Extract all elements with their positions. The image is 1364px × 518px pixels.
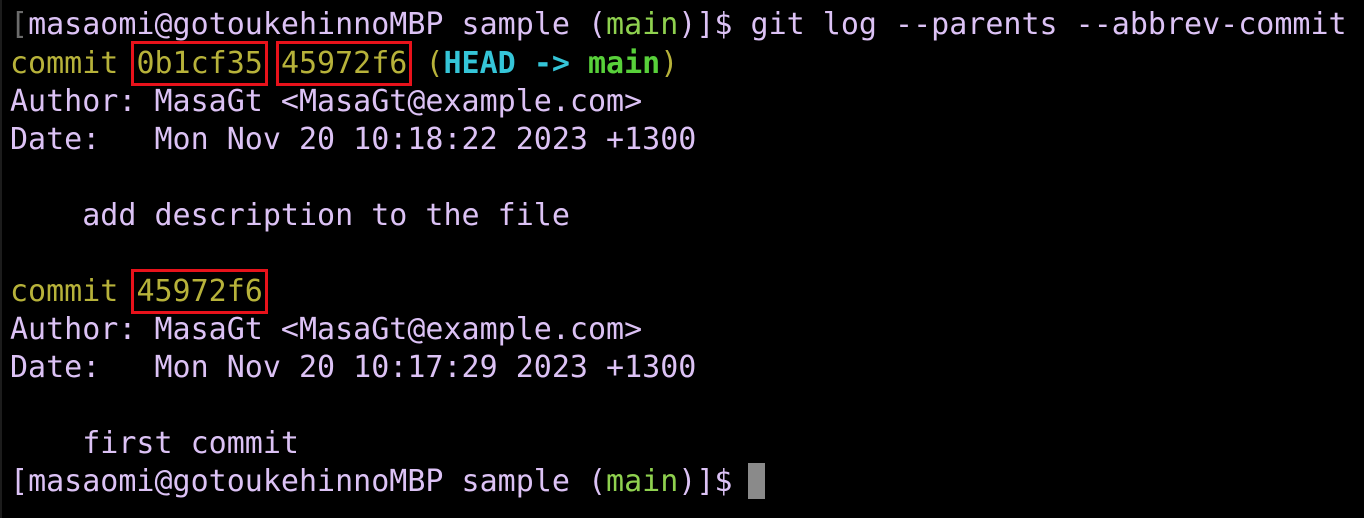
prompt-close-bracket: ] [696, 7, 715, 42]
author-value: MasaGt <MasaGt@example.com> [154, 84, 643, 119]
author-label: Author: [10, 84, 137, 119]
prompt-branch-open: ( [587, 7, 607, 42]
prompt-branch: main [606, 464, 679, 499]
author-line: Author: MasaGt <MasaGt@example.com> [10, 311, 642, 349]
window-left-edge [0, 0, 2, 518]
prompt-user-host: masaomi@gotoukehinnoMBP [28, 7, 444, 42]
prompt-open-bracket: [ [10, 7, 29, 42]
date-label: Date: [10, 350, 101, 385]
prompt-close-bracket: ] [696, 464, 715, 499]
prompt-branch-open: ( [587, 464, 607, 499]
date-label: Date: [10, 122, 101, 157]
date-line: Date: Mon Nov 20 10:17:29 2023 +1300 [10, 349, 696, 387]
author-label: Author: [10, 312, 137, 347]
prompt-directory: sample [461, 464, 570, 499]
ref-arrow: -> [533, 46, 570, 81]
commit-message-text: first commit [82, 426, 299, 461]
command-line: [masaomi@gotoukehinnoMBP sample (main)]$… [10, 6, 1347, 44]
commit-hash: 45972f6 [131, 269, 268, 314]
command-text: git log --parents --abbrev-commit [750, 7, 1347, 42]
commit-message-text: add description to the file [82, 198, 570, 233]
terminal-window[interactable]: [masaomi@gotoukehinnoMBP sample (main)]$… [0, 0, 1364, 518]
commit-hash: 0b1cf35 [131, 41, 268, 86]
author-value: MasaGt <MasaGt@example.com> [154, 312, 643, 347]
commit-keyword: commit [10, 46, 119, 81]
refs-close: ) [660, 46, 679, 81]
commit-message: add description to the file [10, 197, 570, 235]
parent-hash: 45972f6 [275, 41, 413, 86]
commit-message: first commit [10, 425, 299, 463]
prompt-dollar: $ [714, 7, 733, 42]
prompt-line: [masaomi@gotoukehinnoMBP sample (main)]$ [10, 463, 732, 501]
terminal-cursor[interactable] [748, 463, 765, 499]
prompt-directory: sample [461, 7, 570, 42]
head-ref: HEAD [443, 46, 516, 81]
date-value: Mon Nov 20 10:18:22 2023 +1300 [154, 122, 697, 157]
prompt-branch-close: ) [678, 7, 697, 42]
commit-line: commit 45972f6 [10, 269, 268, 314]
branch-ref: main [588, 46, 661, 81]
date-line: Date: Mon Nov 20 10:18:22 2023 +1300 [10, 121, 696, 159]
prompt-user-host: masaomi@gotoukehinnoMBP [28, 464, 444, 499]
date-value: Mon Nov 20 10:17:29 2023 +1300 [154, 350, 697, 385]
prompt-branch: main [606, 7, 679, 42]
prompt-dollar: $ [714, 464, 733, 499]
author-line: Author: MasaGt <MasaGt@example.com> [10, 83, 642, 121]
commit-keyword: commit [10, 274, 119, 309]
prompt-branch-close: ) [678, 464, 697, 499]
prompt-open-bracket: [ [10, 464, 29, 499]
commit-line: commit 0b1cf35 45972f6 (HEAD -> main) [10, 41, 679, 86]
refs-open: ( [425, 46, 444, 81]
